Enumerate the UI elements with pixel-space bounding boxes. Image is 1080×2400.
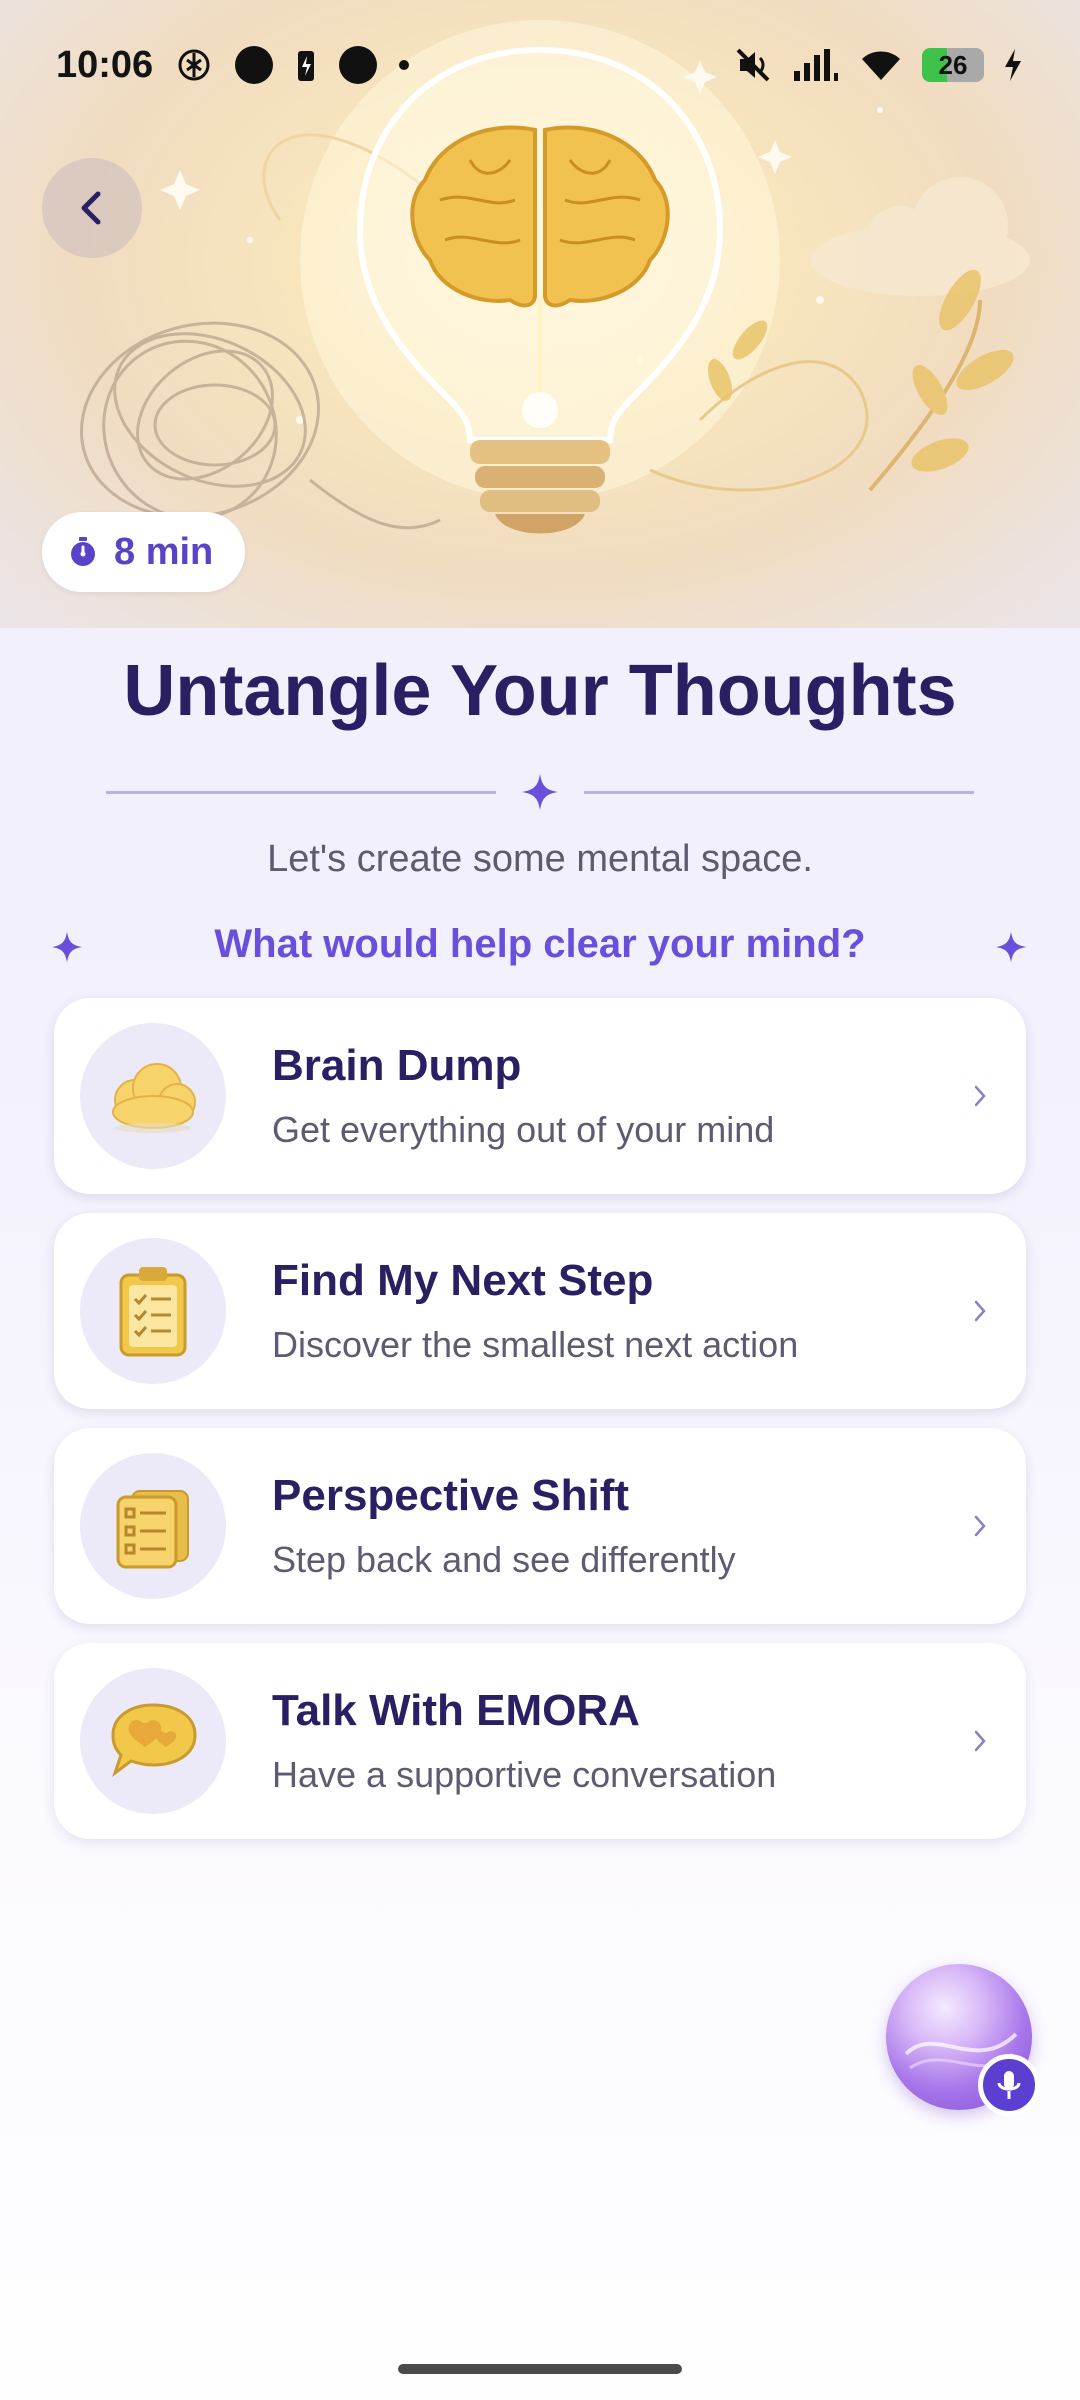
page-title: Untangle Your Thoughts: [123, 651, 957, 731]
option-perspective-shift[interactable]: Perspective Shift Step back and see diff…: [54, 1428, 1026, 1624]
notification-dot-icon: [235, 46, 274, 84]
option-talk-with-emora[interactable]: Talk With EMORA Have a supportive conver…: [54, 1643, 1026, 1839]
microphone-icon: [997, 2071, 1021, 2099]
clipboard-checklist-icon: [80, 1238, 226, 1384]
chevron-right-icon: [974, 1515, 986, 1537]
chevron-right-icon: [974, 1730, 986, 1752]
duration-chip: 8 min: [42, 512, 246, 592]
cloud-icon: [80, 1023, 226, 1169]
mute-icon: [736, 48, 770, 82]
back-button[interactable]: [42, 158, 142, 258]
option-title: Talk With EMORA: [272, 1686, 640, 1735]
more-notifications-icon: [399, 60, 410, 70]
option-title: Perspective Shift: [272, 1471, 630, 1520]
title-divider: [106, 768, 974, 816]
signal-icon: [794, 49, 838, 81]
subtitle: Let's create some mental space.: [267, 838, 813, 880]
option-description: Get everything out of your mind: [272, 1109, 775, 1150]
chevron-right-icon: [974, 1085, 986, 1107]
wifi-icon: [862, 51, 900, 80]
home-indicator[interactable]: [398, 2364, 682, 2374]
chevron-left-icon: [81, 191, 101, 225]
option-title: Brain Dump: [272, 1041, 522, 1090]
clock: 10:06: [56, 43, 154, 86]
stopwatch-icon: [71, 537, 95, 566]
prompt-question: What would help clear your mind?: [214, 922, 866, 966]
option-description: Step back and see differently: [272, 1539, 736, 1580]
chat-heart-icon: [80, 1668, 226, 1814]
battery-indicator: 26: [922, 48, 984, 82]
option-title: Find My Next Step: [272, 1256, 654, 1305]
option-description: Discover the smallest next action: [272, 1324, 799, 1365]
voice-input-button[interactable]: [978, 2054, 1040, 2116]
duration-label: 8 min: [114, 530, 214, 573]
sparkle-icon: [995, 931, 1027, 963]
notification-dot-icon: [339, 46, 378, 84]
sparkle-icon: [522, 774, 558, 810]
option-description: Have a supportive conversation: [272, 1754, 777, 1795]
status-bar: 10:06 26: [0, 0, 1080, 130]
stacked-cards-icon: [80, 1453, 226, 1599]
option-brain-dump[interactable]: Brain Dump Get everything out of your mi…: [54, 998, 1026, 1194]
charging-icon: [1005, 49, 1021, 81]
option-find-next-step[interactable]: Find My Next Step Discover the smallest …: [54, 1213, 1026, 1409]
battery-saver-icon: [298, 51, 315, 81]
chatgpt-notification-icon: [178, 49, 210, 81]
chevron-right-icon: [974, 1300, 986, 1322]
